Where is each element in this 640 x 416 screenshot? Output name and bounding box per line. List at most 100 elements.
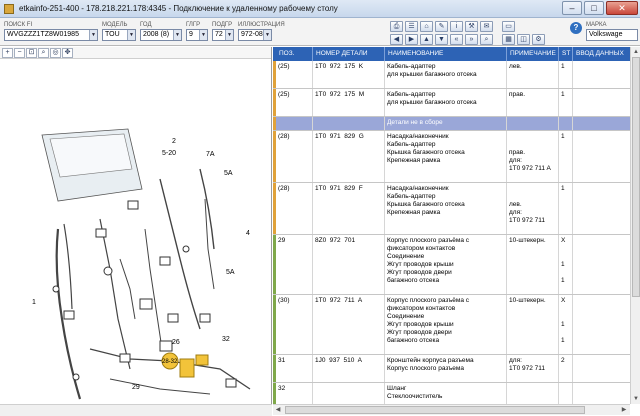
cell-note: 10-штекерн. [507,235,559,294]
cell-st: 1 [559,131,573,182]
table-row[interactable]: 29 8Z0 972 701 Корпус плоского разъёма с ф… [273,235,630,295]
callout-label[interactable]: 5A [226,269,235,276]
search-fi-value[interactable]: WVGZZZ1TZ8W01985 [7,30,79,40]
chevron-down-icon[interactable]: ▼ [127,30,135,40]
close-button[interactable]: ✕ [606,1,638,15]
cell-note [507,383,559,404]
illustration-value: 972-08 [241,31,263,38]
chevron-down-icon[interactable]: ▼ [225,30,233,40]
cell-note: для: 1T0 972 711 [507,355,559,382]
col-part-number-header[interactable]: НОМЕР ДЕТАЛИ [313,47,385,61]
parts-table: ПОЗ. НОМЕР ДЕТАЛИ НАИМЕНОВАНИЕ ПРИМЕЧАНИ… [273,47,630,404]
list-icon[interactable]: ☰ [405,21,418,32]
table-row[interactable]: (28) 1T0 971 829 G Насадка/наконечник Кабе… [273,131,630,183]
search-fi-field[interactable]: ПОИСК FI WVGZZZ1TZ8W01985 ▼ [4,21,98,41]
col-input-header[interactable]: ВВОД ДАННЫХ [573,47,630,61]
col-note-header[interactable]: ПРИМЕЧАНИЕ [507,47,559,61]
cell-name: Насадка/наконечник Кабель-адаптер Крышка… [385,183,507,234]
model-value: TOU [105,31,120,38]
first-icon[interactable]: « [450,34,463,45]
cell-part: 1T0 972 175 M [313,89,385,116]
scroll-down-icon[interactable]: ▼ [631,394,640,404]
callout-label[interactable]: 1 [32,299,36,306]
horizontal-scrollbar[interactable]: ◀ ▶ [273,404,630,415]
table-row[interactable]: (25) 1T0 972 175 K Кабель-адаптер для крыш… [273,61,630,89]
back-icon[interactable]: ◀ [390,34,403,45]
main-group-select[interactable]: ГЛГР 9 ▼ [186,21,208,41]
callout-label[interactable]: 32 [222,336,230,343]
chevron-down-icon[interactable]: ▼ [173,30,181,40]
scroll-right-icon[interactable]: ▶ [619,405,629,415]
print-icon[interactable]: ⎙ [390,21,403,32]
callout-label[interactable]: 7A [206,151,215,158]
zoom-fit-icon[interactable]: ⊡ [26,47,37,58]
model-select[interactable]: МОДЕЛЬ TOU ▼ [102,21,136,41]
callout-label[interactable]: 29 [132,384,140,391]
scroll-thumb[interactable] [285,406,585,414]
table-row[interactable]: 32 Шланг Стеклоочиститель [273,383,630,404]
down-icon[interactable]: ▼ [435,34,448,45]
year-select[interactable]: ГОД 2008 (8) ▼ [140,21,182,41]
layout-icon[interactable]: ◫ [517,34,530,45]
cell-pos: (28) [276,131,313,182]
cart-icon[interactable]: ⌂ [420,21,433,32]
info-icon[interactable]: i [450,21,463,32]
callout-label[interactable]: 5-20 [162,150,176,157]
help-icon[interactable]: ? [570,22,582,34]
forward-icon[interactable]: ▶ [405,34,418,45]
illustration-toolbar: + − ⊡ ⌕ ◎ ✥ [0,47,271,59]
table-section-row[interactable]: Детали не в сборе [273,117,630,131]
cell-pos: (25) [276,61,313,88]
toolbar: ПОИСК FI WVGZZZ1TZ8W01985 ▼ МОДЕЛЬ TOU ▼ Г… [0,18,640,46]
cell-st: X 1 1 [559,295,573,354]
callout-label[interactable]: 26 [172,339,180,346]
illustration-select[interactable]: ИЛЛЮСТРАЦИЯ 972-08 ▼ [238,21,285,41]
sub-group-select[interactable]: ПОДГР 72 ▼ [212,21,234,41]
cell-name: Детали не в сборе [385,117,507,130]
zoom-reset-icon[interactable]: ◎ [50,47,61,58]
wrench-icon[interactable]: ✎ [435,21,448,32]
chevron-down-icon[interactable]: ▼ [263,30,271,40]
callout-label[interactable]: 28-32 [162,359,178,365]
mail-icon[interactable]: ✉ [480,21,493,32]
scroll-left-icon[interactable]: ◀ [273,405,283,415]
minimize-button[interactable]: – [562,1,582,15]
chevron-down-icon[interactable]: ▼ [89,30,97,40]
vertical-scrollbar[interactable]: ▲ ▼ [630,47,640,404]
up-icon[interactable]: ▲ [420,34,433,45]
table-row[interactable]: 31 1J0 937 510 A Кронштейн корпуса разъема… [273,355,630,383]
table-row[interactable]: (28) 1T0 971 829 F Насадка/наконечник Кабе… [273,183,630,235]
illustration-statusbar [0,404,272,416]
cell-pos: (28) [276,183,313,234]
callout-label[interactable]: 2 [172,138,176,145]
zoom-in-icon[interactable]: + [2,47,13,58]
zoom-region-icon[interactable]: ⌕ [38,47,49,58]
window-icon[interactable]: ▭ [502,21,515,32]
cell-input [573,355,630,382]
cell-name: Кронштейн корпуса разъема Корпус плоског… [385,355,507,382]
chevron-down-icon[interactable]: ▼ [199,30,207,40]
cell-input [573,383,630,404]
scroll-thumb[interactable] [632,57,640,297]
scroll-up-icon[interactable]: ▲ [631,47,640,57]
col-name-header[interactable]: НАИМЕНОВАНИЕ [385,47,507,61]
zoom-out-icon[interactable]: − [14,47,25,58]
pan-icon[interactable]: ✥ [62,47,73,58]
grid-icon[interactable]: ▦ [502,34,515,45]
col-pos-header[interactable]: ПОЗ. [276,47,313,61]
search-icon[interactable]: ⌕ [480,34,493,45]
last-icon[interactable]: » [465,34,478,45]
year-value: 2008 (8) [143,31,170,38]
col-st-header[interactable]: ST [559,47,573,61]
maximize-button[interactable]: □ [584,1,604,15]
cell-input [573,131,630,182]
tools-icon[interactable]: ⚒ [465,21,478,32]
callout-label[interactable]: 4 [246,230,250,237]
wiring-diagram[interactable]: 2 5-20 5A 7A 4 5A 1 26 28-32 32 29 [0,59,271,404]
table-row[interactable]: (30) 1T0 972 711 A Корпус плоского разъёма… [273,295,630,355]
settings-icon[interactable]: ⚙ [532,34,545,45]
callout-label[interactable]: 5A [224,170,233,177]
table-row[interactable]: (25) 1T0 972 175 M Кабель-адаптер для крыш… [273,89,630,117]
window-titlebar: etkainfo-251-400 - 178.218.221.178:4345 … [0,0,640,18]
brand-field[interactable]: МАРКА Volkswage [586,21,638,41]
